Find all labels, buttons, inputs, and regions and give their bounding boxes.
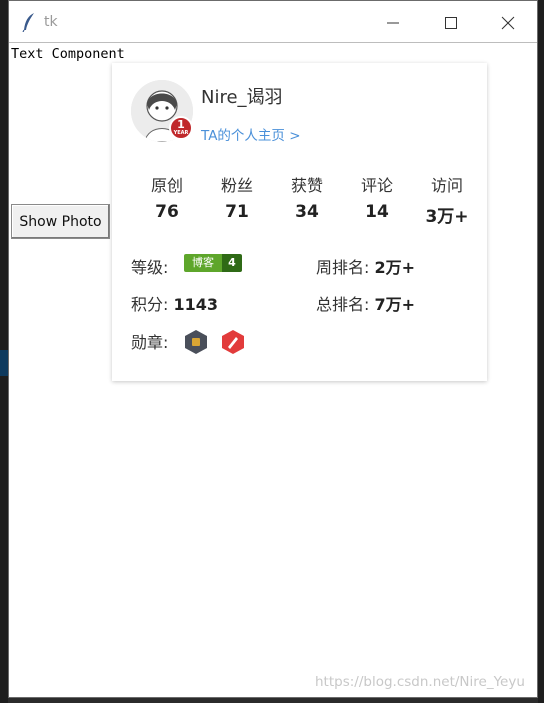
homepage-link[interactable]: TA的个人主页 > [201, 124, 301, 144]
medal-hexagon-icon[interactable] [183, 329, 209, 355]
stat-label: 访问 [430, 176, 463, 195]
medals-label: 勋章: [131, 333, 169, 352]
tk-window: tk Text Component Show Photo 1 YEAR Nire… [8, 0, 538, 698]
stat-original[interactable]: 原创 76 [137, 172, 197, 222]
stat-value: 76 [155, 202, 179, 222]
stat-visits[interactable]: 访问 3万+ [417, 172, 477, 227]
weekly-rank-label: 周排名: [316, 258, 370, 277]
watermark: https://blog.csdn.net/Nire_Yeyu [315, 674, 525, 690]
total-rank-value: 7万+ [374, 295, 416, 314]
weekly-rank: 周排名: 2万+ [316, 254, 415, 278]
points: 积分: 1143 [131, 291, 218, 315]
close-button[interactable] [479, 1, 537, 43]
feather-icon [22, 13, 34, 32]
stat-label: 评论 [360, 176, 393, 195]
level-badge[interactable]: 博客 4 [184, 254, 242, 272]
medal-pen-icon[interactable] [220, 329, 246, 355]
level-badge-number: 4 [222, 254, 242, 272]
stat-likes[interactable]: 获赞 34 [277, 172, 337, 222]
total-rank: 总排名: 7万+ [316, 291, 415, 315]
username: Nire_谒羽 [201, 87, 283, 108]
weekly-rank-value: 2万+ [374, 258, 416, 277]
minimize-button[interactable] [364, 1, 422, 43]
title-bar[interactable]: tk [9, 1, 537, 43]
stat-label: 获赞 [290, 176, 323, 195]
profile-card: 1 YEAR Nire_谒羽 TA的个人主页 > 原创 76 粉丝 71 获赞 … [112, 63, 487, 381]
level-label: 等级: [131, 258, 169, 277]
points-label: 积分: [131, 295, 169, 314]
stat-value: 34 [295, 202, 319, 222]
stat-value: 14 [365, 202, 389, 222]
window-title: tk [44, 14, 58, 30]
stat-label: 粉丝 [220, 176, 253, 195]
show-photo-button[interactable]: Show Photo [11, 204, 110, 239]
background-highlight [0, 350, 8, 376]
stat-comments[interactable]: 评论 14 [347, 172, 407, 222]
minimize-icon [387, 22, 399, 24]
year-badge-caption: YEAR [173, 130, 189, 136]
stat-value: 3万+ [425, 207, 469, 227]
year-badge: 1 YEAR [169, 116, 193, 140]
stat-value: 71 [225, 202, 249, 222]
maximize-button[interactable] [422, 1, 480, 43]
text-component-label: Text Component [11, 46, 125, 62]
points-value: 1143 [173, 295, 219, 314]
total-rank-label: 总排名: [316, 295, 370, 314]
stat-fans[interactable]: 粉丝 71 [207, 172, 267, 222]
background-editor-right [538, 0, 544, 703]
close-icon [501, 16, 515, 30]
maximize-icon [445, 17, 457, 29]
stat-label: 原创 [150, 176, 183, 195]
level-badge-text: 博客 [184, 254, 222, 272]
